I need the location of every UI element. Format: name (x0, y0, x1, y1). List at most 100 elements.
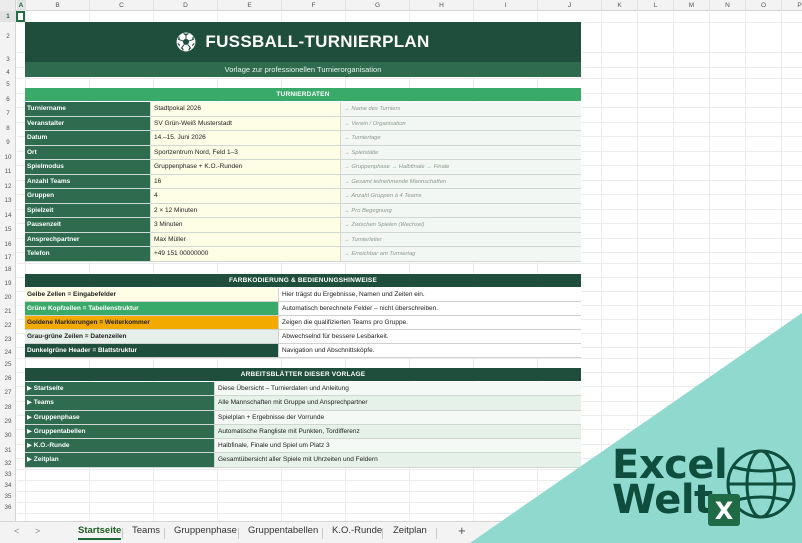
row-header-23[interactable]: 23 (0, 333, 16, 347)
row-header-20[interactable]: 20 (0, 291, 16, 305)
row-header-16[interactable]: 16 (0, 238, 16, 253)
row-header-11[interactable]: 11 (0, 165, 16, 180)
row-header-9[interactable]: 9 (0, 136, 16, 151)
sheet-list-row[interactable]: ▶ Zeitplan Gesamtübersicht aller Spiele m… (25, 453, 581, 468)
column-header-o[interactable]: O (746, 0, 782, 11)
page-title: FUSSBALL-TURNIERPLAN (205, 32, 430, 51)
field-input-cell[interactable]: 14.–15. Juni 2026 (151, 131, 341, 145)
field-input-cell[interactable]: Gruppenphase + K.O.-Runden (151, 160, 341, 174)
tab-separator (164, 528, 165, 539)
turnierdaten-row: Ansprechpartner Max Müller → Turnierleiter (25, 232, 581, 247)
column-header-l[interactable]: L (638, 0, 674, 11)
row-header-35[interactable]: 35 (0, 491, 16, 502)
field-input-cell[interactable]: 4 (151, 189, 341, 203)
row-header-33[interactable]: 33 (0, 469, 16, 480)
row-header-6[interactable]: 6 (0, 93, 16, 108)
column-header-j[interactable]: J (538, 0, 602, 11)
sheet-list-row[interactable]: ▶ Startseite Diese Übersicht – Turnierdat… (25, 382, 581, 397)
row-header-34[interactable]: 34 (0, 480, 16, 491)
row-header-19[interactable]: 19 (0, 277, 16, 291)
tab-scroll-right-icon[interactable]: > (35, 526, 40, 536)
sheet-list-row[interactable]: ▶ Teams Alle Mannschaften mit Gruppe und … (25, 396, 581, 411)
turnierdaten-row: Datum 14.–15. Juni 2026 → Turniertage (25, 131, 581, 146)
tab-ko-runde[interactable]: K.O.-Runde (332, 525, 382, 536)
row-header-12[interactable]: 12 (0, 180, 16, 195)
row-header-26[interactable]: 26 (0, 372, 16, 386)
sheet-list-row[interactable]: ▶ K.O.-Runde Halbfinale, Finale und Spiel… (25, 439, 581, 454)
field-input-cell[interactable]: 3 Minuten (151, 218, 341, 232)
row-header-29[interactable]: 29 (0, 415, 16, 429)
legend-description: Zeigen die qualifizierten Teams pro Grup… (279, 316, 581, 329)
field-input-cell[interactable]: Stadtpokal 2026 (151, 102, 341, 116)
row-header-8[interactable]: 8 (0, 122, 16, 137)
field-label: Gruppen (25, 189, 151, 203)
row-header-17[interactable]: 17 (0, 252, 16, 263)
column-header-a[interactable]: A (17, 0, 26, 11)
sheet-link[interactable]: ▶ Gruppenphase (25, 410, 215, 424)
legend-swatch-label: Grüne Kopfzeilen = Tabellenstruktur (25, 302, 279, 315)
row-header-13[interactable]: 13 (0, 194, 16, 209)
column-header-c[interactable]: C (90, 0, 154, 11)
row-header-14[interactable]: 14 (0, 209, 16, 224)
sheet-link[interactable]: ▶ Gruppentabellen (25, 424, 215, 439)
column-header-d[interactable]: D (154, 0, 218, 11)
column-header-i[interactable]: I (474, 0, 538, 11)
column-header-g[interactable]: G (346, 0, 410, 11)
row-header-1[interactable]: 1 (0, 11, 16, 22)
row-header-10[interactable]: 10 (0, 151, 16, 166)
column-header-h[interactable]: H (410, 0, 474, 11)
field-hint: → Anzahl Gruppen à 4 Teams (341, 189, 581, 203)
legend-description: Navigation und Abschnittsköpfe. (279, 344, 581, 357)
active-cell-cursor (16, 11, 25, 22)
row-header-15[interactable]: 15 (0, 223, 16, 238)
tab-scroll-left-icon[interactable]: < (14, 526, 19, 536)
column-header-e[interactable]: E (218, 0, 282, 11)
field-input-cell[interactable]: 16 (151, 174, 341, 188)
field-input-cell[interactable]: +49 151 00000000 (151, 247, 341, 261)
legend-row: Grau-grüne Zeilen = Datenzeilen Abwechsel… (25, 330, 581, 344)
row-header-27[interactable]: 27 (0, 386, 16, 400)
column-header-p[interactable]: P (782, 0, 802, 11)
row-header-25[interactable]: 25 (0, 358, 16, 372)
turnierdaten-row: Veranstalter SV Grün-Weiß Musterstadt → Ve… (25, 116, 581, 131)
row-header-7[interactable]: 7 (0, 107, 16, 122)
tab-zeitplan[interactable]: Zeitplan (393, 525, 427, 536)
row-header-3[interactable]: 3 (0, 52, 16, 67)
row-header-5[interactable]: 5 (0, 78, 16, 93)
tab-startseite[interactable]: Startseite (78, 525, 122, 540)
sheet-list-row[interactable]: ▶ Gruppenphase Spielplan + Ergebnisse der… (25, 410, 581, 425)
row-header-24[interactable]: 24 (0, 347, 16, 358)
column-header-m[interactable]: M (674, 0, 710, 11)
add-sheet-button[interactable]: + (458, 523, 466, 538)
sheet-link[interactable]: ▶ Teams (25, 396, 215, 410)
tab-gruppenphase[interactable]: Gruppenphase (174, 525, 237, 536)
field-input-cell[interactable]: SV Grün-Weiß Musterstadt (151, 116, 341, 130)
column-header-n[interactable]: N (710, 0, 746, 11)
field-input-cell[interactable]: Sportzentrum Nord, Feld 1–3 (151, 145, 341, 159)
row-header-31[interactable]: 31 (0, 444, 16, 458)
field-input-cell[interactable]: Max Müller (151, 232, 341, 246)
column-header-k[interactable]: K (602, 0, 638, 11)
row-header-36[interactable]: 36 (0, 502, 16, 513)
row-header-32[interactable]: 32 (0, 458, 16, 469)
sheet-link[interactable]: ▶ Startseite (25, 382, 215, 396)
sheet-list-row[interactable]: ▶ Gruppentabellen Automatische Rangliste … (25, 424, 581, 440)
tab-gruppentabellen[interactable]: Gruppentabellen (248, 525, 318, 536)
column-header-f[interactable]: F (282, 0, 346, 11)
row-header-18[interactable]: 18 (0, 263, 16, 277)
row-header-2[interactable]: 2 (0, 22, 16, 52)
row-header-28[interactable]: 28 (0, 401, 16, 415)
select-all-corner[interactable] (0, 0, 16, 11)
sheet-link[interactable]: ▶ Zeitplan (25, 453, 215, 467)
field-hint: → Gesamt teilnehmende Mannschaften (341, 174, 581, 188)
field-input-cell[interactable]: 2 × 12 Minuten (151, 203, 341, 217)
row-header-4[interactable]: 4 (0, 67, 16, 78)
row-header-30[interactable]: 30 (0, 429, 16, 443)
legend-swatch-label: Dunkelgrüne Header = Blattstruktur (25, 344, 279, 357)
sheet-link[interactable]: ▶ K.O.-Runde (25, 439, 215, 453)
row-header-21[interactable]: 21 (0, 305, 16, 319)
row-header-22[interactable]: 22 (0, 319, 16, 333)
tab-teams[interactable]: Teams (132, 525, 160, 536)
sheet-description: Spielplan + Ergebnisse der Vorrunde (215, 410, 581, 424)
column-header-b[interactable]: B (26, 0, 90, 11)
